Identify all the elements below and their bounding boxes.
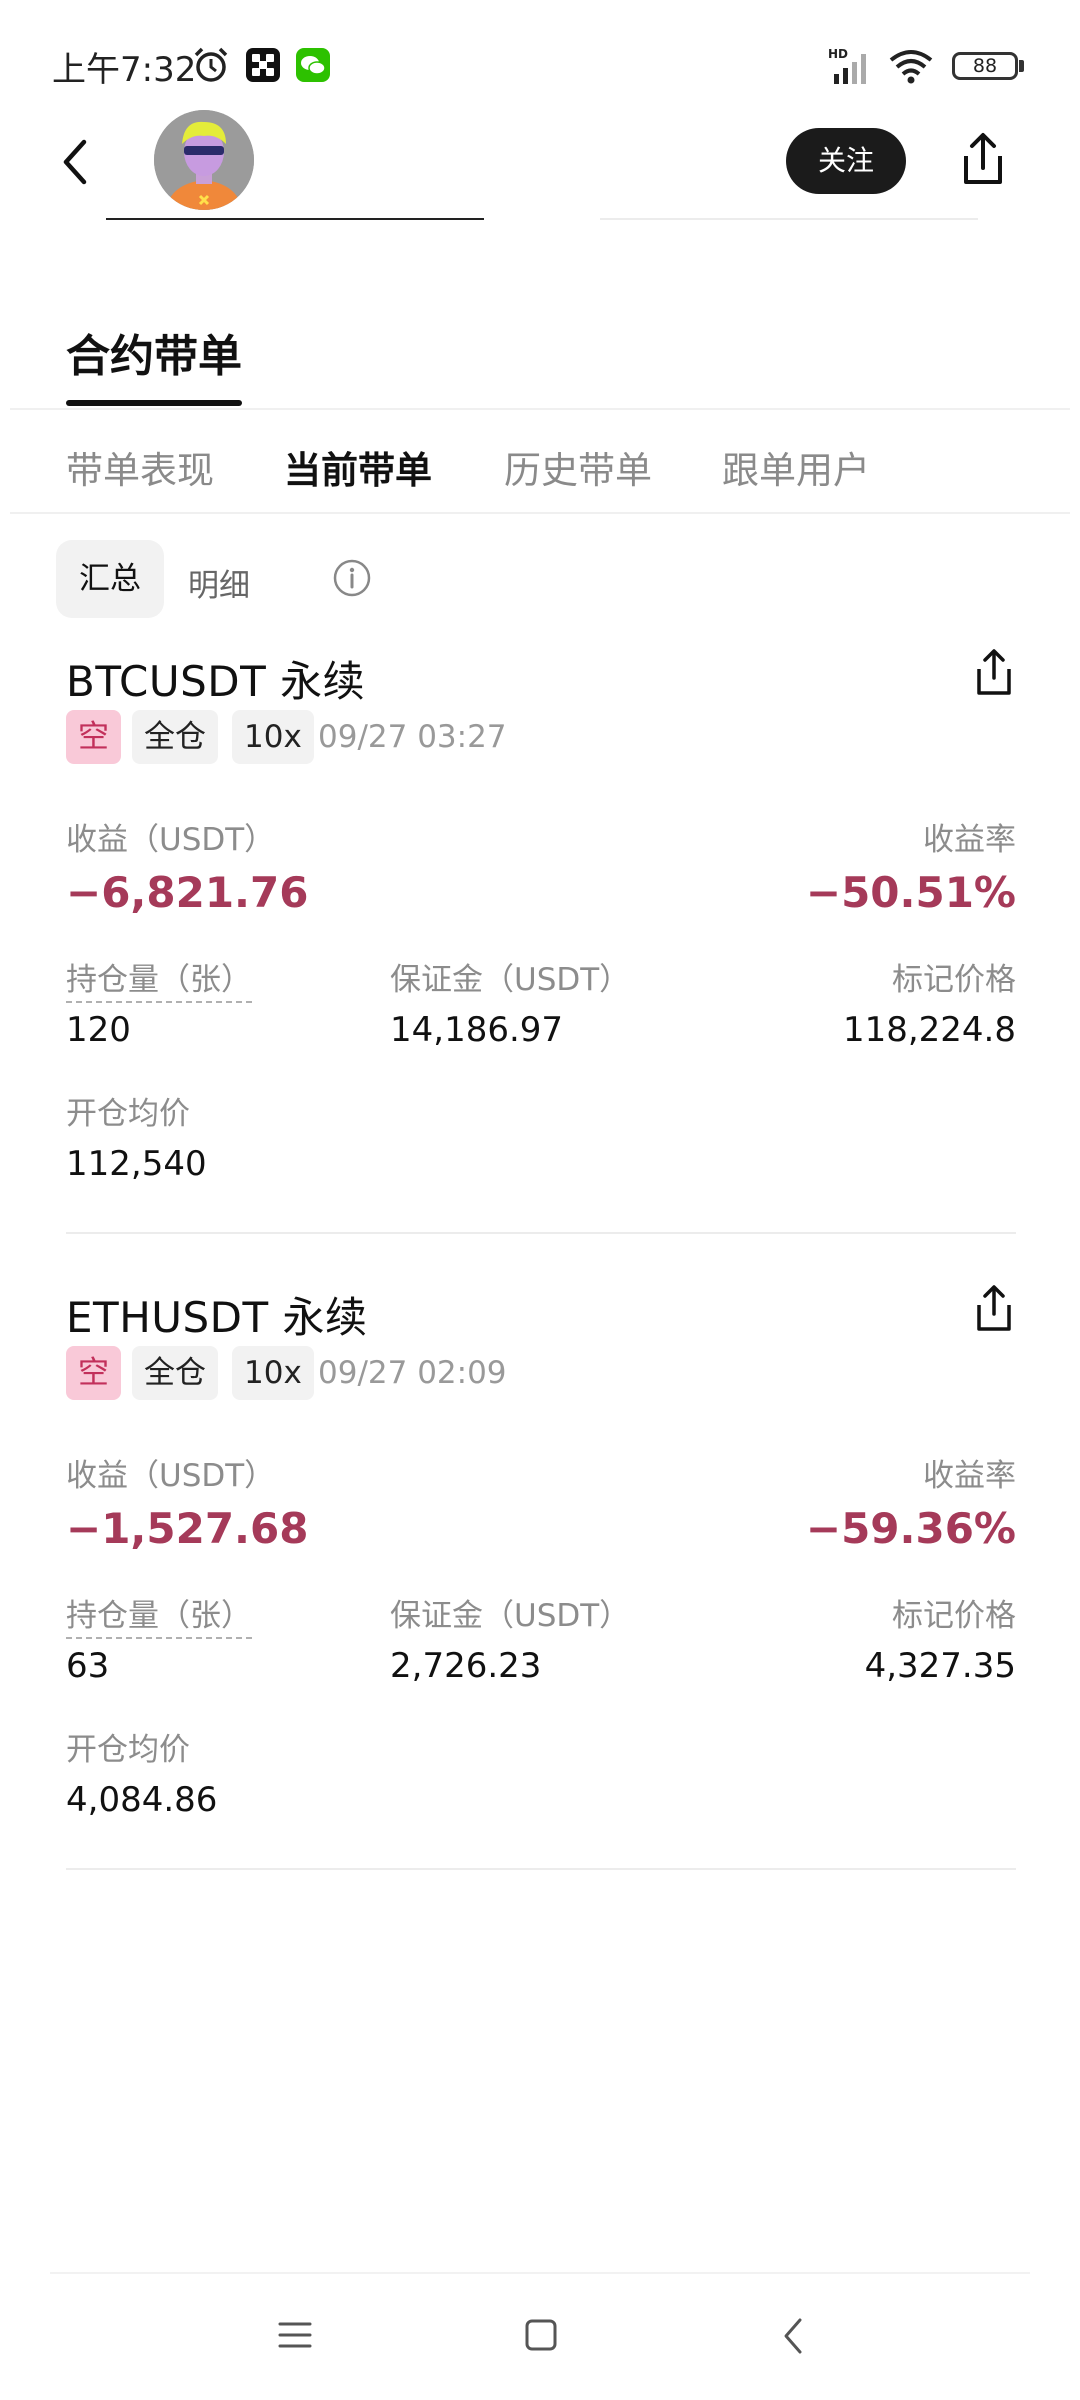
roi-label: 收益率: [923, 1458, 1016, 1494]
margin-label: 保证金（USDT）: [390, 962, 631, 998]
hd-label: HD: [828, 47, 848, 61]
follow-button[interactable]: 关注: [786, 128, 906, 194]
position-card: ETHUSDT 永续 空 全仓 10x 09/27 02:09 收益（USDT）…: [66, 1284, 1016, 1884]
battery-icon: 88: [952, 52, 1018, 80]
leverage-tag: 10x: [232, 1346, 314, 1400]
nav-divider: [50, 2272, 1030, 2274]
mark-price-label: 标记价格: [892, 1598, 1016, 1634]
tab-history[interactable]: 历史带单: [504, 440, 652, 494]
segment-summary[interactable]: 汇总: [56, 540, 164, 618]
info-icon[interactable]: [332, 558, 372, 598]
tab-performance[interactable]: 带单表现: [66, 440, 214, 494]
card-divider: [66, 1232, 1016, 1234]
wechat-icon: [296, 48, 330, 82]
card-divider: [66, 1868, 1016, 1870]
tab-current[interactable]: 当前带单: [284, 440, 432, 494]
avg-price-value: 4,084.86: [66, 1780, 218, 1820]
pnl-value: −6,821.76: [66, 868, 309, 917]
section-title-underline: [66, 400, 242, 406]
avg-price-label: 开仓均价: [66, 1732, 190, 1768]
nav-back-icon[interactable]: [778, 2316, 808, 2356]
direction-tag: 空: [66, 1346, 121, 1400]
margin-mode-tag: 全仓: [132, 1346, 218, 1400]
roi-value: −50.51%: [805, 868, 1016, 917]
roi-value: −59.36%: [805, 1504, 1016, 1553]
avg-price-value: 112,540: [66, 1144, 207, 1184]
size-label[interactable]: 持仓量（张）: [66, 954, 252, 1003]
divider: [10, 512, 1070, 514]
status-time: 上午7:32: [52, 50, 197, 90]
size-value: 63: [66, 1646, 110, 1686]
header-line: [106, 218, 484, 220]
battery-tip: [1019, 60, 1024, 72]
size-value: 120: [66, 1010, 131, 1050]
alarm-icon: [194, 47, 228, 82]
position-pair[interactable]: BTCUSDT 永续: [66, 648, 365, 709]
share-icon[interactable]: [958, 130, 1008, 190]
divider: [10, 408, 1070, 410]
pnl-label: 收益（USDT）: [66, 822, 276, 858]
mark-price-value: 4,327.35: [864, 1646, 1016, 1686]
pnl-value: −1,527.68: [66, 1504, 309, 1553]
nav-home-icon[interactable]: [524, 2318, 558, 2352]
open-time: 09/27 03:27: [318, 719, 507, 755]
pnl-label: 收益（USDT）: [66, 1458, 276, 1494]
okx-app-icon: [246, 48, 280, 82]
direction-tag: 空: [66, 710, 121, 764]
avatar[interactable]: [154, 110, 254, 210]
margin-label: 保证金（USDT）: [390, 1598, 631, 1634]
margin-value: 14,186.97: [390, 1010, 564, 1050]
avg-price-label: 开仓均价: [66, 1096, 190, 1132]
back-icon[interactable]: [56, 136, 96, 188]
position-card: BTCUSDT 永续 空 全仓 10x 09/27 03:27 收益（USDT）…: [66, 648, 1016, 1248]
margin-mode-tag: 全仓: [132, 710, 218, 764]
share-icon[interactable]: [972, 648, 1016, 698]
position-pair[interactable]: ETHUSDT 永续: [66, 1284, 368, 1345]
segment-detail[interactable]: 明细: [188, 560, 250, 605]
roi-label: 收益率: [923, 822, 1016, 858]
open-time: 09/27 02:09: [318, 1355, 507, 1391]
nav-menu-icon[interactable]: [278, 2320, 312, 2350]
signal-icon: HD: [828, 47, 866, 84]
leverage-tag: 10x: [232, 710, 314, 764]
share-icon[interactable]: [972, 1284, 1016, 1334]
section-title[interactable]: 合约带单: [66, 320, 242, 384]
header-line-faint: [600, 218, 978, 220]
tab-followers[interactable]: 跟单用户: [722, 440, 870, 494]
size-label[interactable]: 持仓量（张）: [66, 1590, 252, 1639]
margin-value: 2,726.23: [390, 1646, 542, 1686]
mark-price-value: 118,224.8: [842, 1010, 1016, 1050]
mark-price-label: 标记价格: [892, 962, 1016, 998]
wifi-icon: [889, 50, 933, 84]
